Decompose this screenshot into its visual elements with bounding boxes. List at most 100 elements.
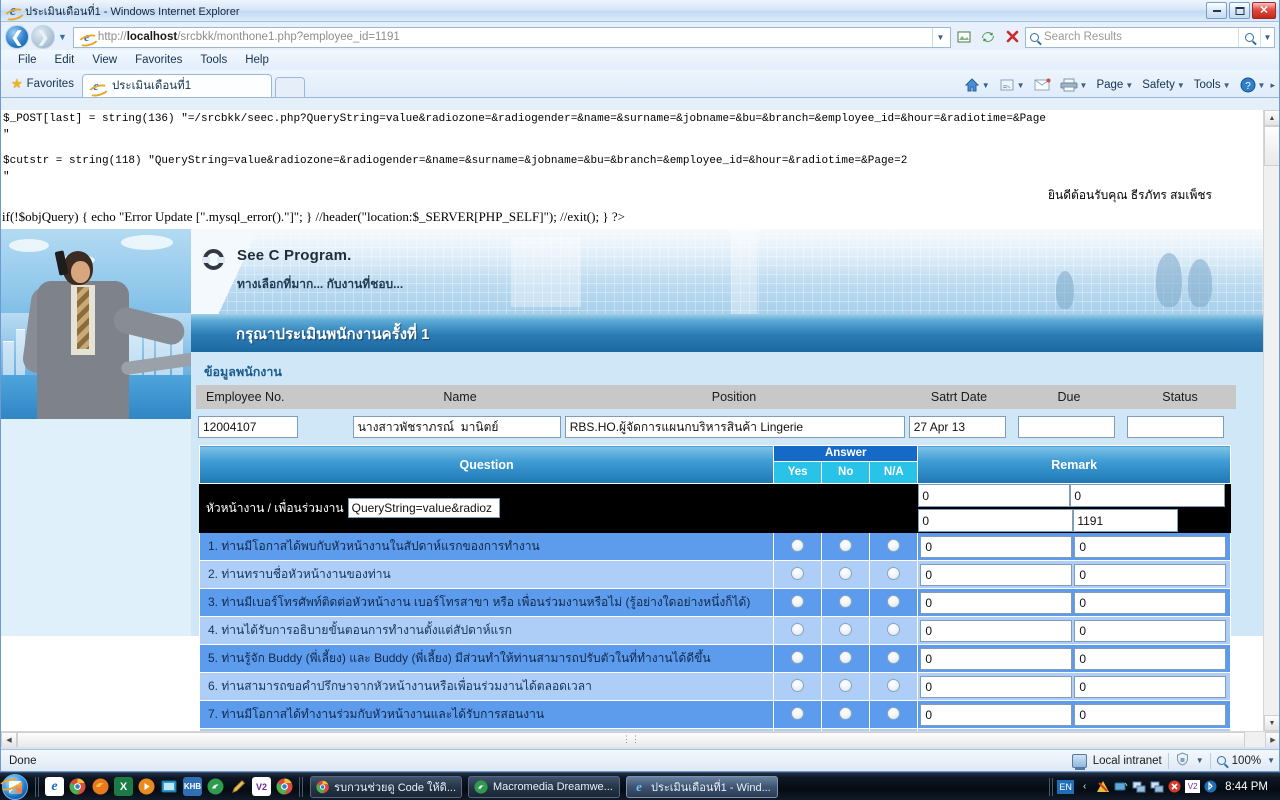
address-dropdown-icon[interactable]: ▼ [932, 27, 948, 47]
quicklaunch-pencil-icon[interactable] [229, 777, 248, 796]
menu-item-view[interactable]: View [83, 52, 126, 68]
answer-yes-cell[interactable] [773, 644, 823, 673]
quicklaunch-window-icon[interactable] [160, 777, 179, 796]
radio-no[interactable] [839, 678, 853, 692]
network-pc-icon-2[interactable] [1149, 779, 1164, 794]
quicklaunch-chrome-icon[interactable] [68, 777, 87, 796]
answer-yes-cell[interactable] [773, 700, 823, 729]
answer-na-cell[interactable] [869, 560, 919, 589]
scroll-down-button[interactable]: ▼ [1264, 715, 1279, 731]
answer-yes-cell[interactable] [773, 672, 823, 701]
group-remark-input-2[interactable] [1070, 484, 1226, 507]
answer-na-cell[interactable] [869, 672, 919, 701]
taskbar-item-dreamweaver[interactable]: Macromedia Dreamwe... [468, 775, 620, 798]
tools-menu-button[interactable]: Tools ▼ [1190, 77, 1235, 93]
answer-no-cell[interactable] [821, 560, 871, 589]
radio-yes[interactable] [791, 650, 805, 664]
answer-yes-cell[interactable] [773, 532, 823, 561]
answer-na-cell[interactable] [869, 700, 919, 729]
visual-studio-tray-icon[interactable]: V2 [1185, 780, 1201, 793]
quicklaunch-firefox-icon[interactable] [91, 777, 110, 796]
taskbar-item-chrome[interactable]: รบกวนช่วยดู Code ให้ดิ... [310, 775, 462, 798]
answer-no-cell[interactable] [821, 644, 871, 673]
mail-button[interactable] [1030, 76, 1055, 94]
menu-item-file[interactable]: File [9, 52, 46, 68]
taskbar-grip[interactable] [299, 776, 304, 797]
employee-status-input[interactable] [1127, 416, 1224, 438]
new-tab-button[interactable] [274, 77, 305, 97]
scroll-left-button[interactable]: ◀ [1, 731, 17, 747]
quicklaunch-khb-icon[interactable]: KHB [183, 777, 202, 796]
menu-item-edit[interactable]: Edit [46, 52, 84, 68]
vertical-scroll-thumb[interactable] [1264, 126, 1279, 166]
help-menu-button[interactable]: ? ▼ [1236, 75, 1270, 95]
menu-item-tools[interactable]: Tools [191, 52, 236, 68]
quicklaunch-visual-studio-icon[interactable]: V2 [252, 777, 271, 796]
radio-no[interactable] [839, 566, 853, 580]
feeds-button[interactable]: ▼ [995, 75, 1029, 95]
zoom-level[interactable]: 100% [1232, 755, 1261, 767]
answer-no-cell[interactable] [821, 700, 871, 729]
remark-input-1[interactable] [920, 675, 1073, 698]
remark-input-2[interactable] [1074, 619, 1227, 642]
vertical-scrollbar[interactable]: ▲ ▼ [1263, 110, 1279, 731]
remark-input-2[interactable] [1074, 647, 1227, 670]
network-pc-icon[interactable] [1131, 779, 1146, 794]
search-box[interactable]: Search Results ▼ [1025, 26, 1275, 48]
quicklaunch-chrome-icon-2[interactable] [275, 777, 294, 796]
group-remark-input-1[interactable] [918, 484, 1071, 507]
employee-position-input[interactable] [564, 416, 905, 438]
remark-input-1[interactable] [920, 535, 1073, 558]
employee-due-input[interactable] [1017, 416, 1115, 438]
answer-no-cell[interactable] [821, 672, 871, 701]
command-bar-overflow-icon[interactable]: ▸ [1270, 80, 1275, 91]
answer-no-cell[interactable] [821, 616, 871, 645]
radio-yes[interactable] [791, 566, 805, 580]
answer-no-cell[interactable] [821, 532, 871, 561]
remark-input-2[interactable] [1074, 675, 1227, 698]
radio-yes[interactable] [791, 594, 805, 608]
remark-input-1[interactable] [920, 647, 1073, 670]
protected-mode-dropdown-icon[interactable]: ▼ [1196, 756, 1204, 765]
system-clock[interactable]: 8:44 PM [1221, 781, 1274, 793]
history-dropdown-icon[interactable]: ▼ [58, 32, 67, 42]
answer-yes-cell[interactable] [773, 588, 823, 617]
scroll-up-button[interactable]: ▲ [1264, 110, 1279, 126]
network-icon[interactable] [1113, 779, 1128, 794]
radio-na[interactable] [887, 566, 901, 580]
safety-menu-button[interactable]: Safety ▼ [1138, 77, 1189, 93]
radio-no[interactable] [839, 538, 853, 552]
remark-input-2[interactable] [1074, 703, 1227, 726]
page-menu-button[interactable]: Page ▼ [1092, 77, 1137, 93]
radio-na[interactable] [887, 650, 901, 664]
radio-na[interactable] [887, 678, 901, 692]
employee-name-input[interactable] [352, 416, 561, 438]
radio-no[interactable] [839, 622, 853, 636]
scroll-right-button[interactable]: ▶ [1265, 731, 1279, 747]
search-go-button[interactable] [1238, 27, 1260, 47]
answer-yes-cell[interactable] [773, 560, 823, 589]
search-provider-dropdown[interactable]: ▼ [1260, 27, 1274, 47]
employee-start-date-input[interactable] [908, 416, 1006, 438]
horizontal-scrollbar[interactable]: ◀ ⋮⋮ ▶ [1, 731, 1279, 747]
tray-expand-icon[interactable]: ‹ [1077, 779, 1092, 794]
browser-tab[interactable]: e ประเมินเดือนที่1 [81, 74, 272, 97]
compatibility-view-icon[interactable] [953, 26, 975, 48]
error-icon[interactable] [1167, 779, 1182, 794]
radio-no[interactable] [839, 650, 853, 664]
stop-icon[interactable] [1001, 26, 1023, 48]
answer-yes-cell[interactable] [773, 616, 823, 645]
home-button[interactable]: ▼ [960, 75, 994, 95]
remark-input-1[interactable] [920, 591, 1073, 614]
quicklaunch-dreamweaver-icon[interactable] [206, 777, 225, 796]
taskbar-item-ie[interactable]: e ประเมินเดือนที่1 - Wind... [626, 775, 778, 798]
radio-na[interactable] [887, 594, 901, 608]
radio-yes[interactable] [791, 622, 805, 636]
antivirus-icon[interactable] [1095, 779, 1110, 794]
employee-no-input[interactable] [198, 416, 298, 438]
remark-input-2[interactable] [1074, 535, 1227, 558]
address-bar[interactable]: e http://localhost/srcbkk/monthone1.php?… [72, 26, 951, 48]
quicklaunch-excel-icon[interactable]: X [114, 777, 133, 796]
horizontal-scroll-track[interactable]: ⋮⋮ [17, 731, 1265, 747]
tray-grip[interactable] [1049, 777, 1055, 796]
